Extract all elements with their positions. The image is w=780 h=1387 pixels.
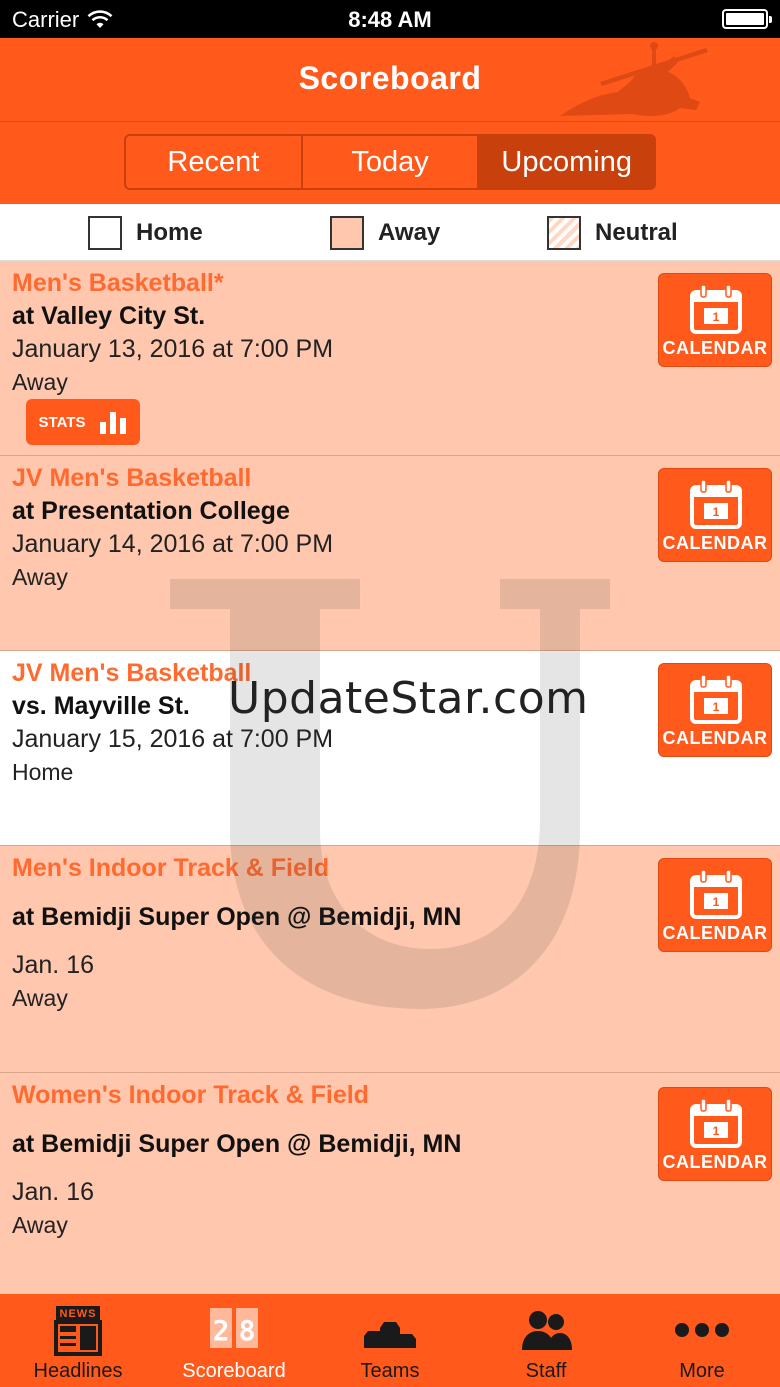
calendar-label: CALENDAR (662, 728, 768, 748)
calendar-day: 1 (713, 310, 720, 324)
calendar-icon: 1 (690, 674, 742, 724)
status-bar: Carrier 8:48 AM (0, 0, 780, 38)
segment-today[interactable]: Today (303, 136, 480, 188)
tab-label: Headlines (33, 1360, 123, 1382)
event-location: Away (12, 1212, 68, 1238)
segmented-control: Recent Today Upcoming (124, 134, 656, 190)
event-sport: JV Men's Basketball (12, 464, 252, 492)
tab-label: Teams (360, 1360, 420, 1382)
event-date: January 15, 2016 at 7:00 PM (12, 725, 334, 753)
event-row[interactable]: Men's Indoor Track & Field at Bemidji Su… (0, 846, 780, 1073)
calendar-day: 1 (713, 505, 720, 519)
calendar-button[interactable]: 1 CALENDAR (658, 858, 772, 952)
legend-home: Home (88, 216, 203, 250)
tab-label: Staff (525, 1360, 567, 1382)
calendar-day: 1 (713, 895, 720, 909)
legend-away-label: Away (378, 219, 441, 246)
scoreboard-digit-right: 8 (239, 1314, 256, 1347)
calendar-button[interactable]: 1 CALENDAR (658, 1087, 772, 1181)
event-opponent: at Presentation College (12, 497, 290, 525)
event-location: Home (12, 759, 74, 785)
event-opponent: at Bemidji Super Open @ Bemidji, MN (12, 903, 462, 931)
event-sport: Women's Indoor Track & Field (12, 1081, 369, 1109)
event-row[interactable]: Men's Basketball* at Valley City St. Jan… (0, 261, 780, 456)
neutral-swatch (547, 216, 581, 250)
calendar-icon: 1 (690, 1098, 742, 1148)
legend-away: Away (330, 216, 440, 250)
calendar-label: CALENDAR (662, 1152, 768, 1172)
podium-icon (364, 1322, 416, 1348)
battery-icon (722, 9, 772, 29)
more-dots-icon (675, 1323, 729, 1337)
tab-staff[interactable]: Staff (468, 1294, 624, 1387)
segment-recent[interactable]: Recent (126, 136, 303, 188)
calendar-day: 1 (713, 700, 720, 714)
legend-home-label: Home (136, 219, 203, 246)
stats-label: STATS (38, 413, 86, 431)
legend: Home Away Neutral (0, 204, 780, 261)
event-location: Away (12, 985, 68, 1011)
tab-more[interactable]: More (624, 1294, 780, 1387)
bar-chart-icon (100, 412, 127, 434)
event-opponent: at Valley City St. (12, 302, 206, 330)
event-sport: JV Men's Basketball (12, 659, 252, 687)
tab-scoreboard[interactable]: 2 8 Scoreboard (156, 1294, 312, 1387)
event-opponent: vs. Mayville St. (12, 692, 190, 720)
tab-teams[interactable]: Teams (312, 1294, 468, 1387)
event-row[interactable]: Women's Indoor Track & Field at Bemidji … (0, 1073, 780, 1294)
stats-button[interactable]: STATS (26, 399, 140, 445)
legend-neutral-label: Neutral (595, 219, 678, 246)
event-row[interactable]: JV Men's Basketball at Presentation Coll… (0, 456, 780, 651)
event-list[interactable]: Men's Basketball* at Valley City St. Jan… (0, 261, 780, 1294)
calendar-label: CALENDAR (662, 923, 768, 943)
calendar-button[interactable]: 1 CALENDAR (658, 273, 772, 367)
calendar-button[interactable]: 1 CALENDAR (658, 663, 772, 757)
scoreboard-digit-left: 2 (213, 1314, 230, 1347)
event-date: Jan. 16 (12, 1178, 95, 1206)
calendar-label: CALENDAR (662, 533, 768, 553)
people-icon (522, 1311, 572, 1350)
watermark-text: UpdateStar.com (228, 673, 589, 724)
tab-label: More (679, 1360, 725, 1382)
calendar-icon: 1 (690, 869, 742, 919)
event-sport: Men's Basketball* (12, 269, 224, 297)
calendar-icon: 1 (690, 479, 742, 529)
nav-bar: Scoreboard (0, 38, 780, 122)
tab-headlines[interactable]: NEWS Headlines (0, 1294, 156, 1387)
legend-neutral: Neutral (547, 216, 678, 250)
home-swatch (88, 216, 122, 250)
calendar-label: CALENDAR (662, 338, 768, 358)
scoreboard-icon: 2 8 (210, 1308, 258, 1348)
segment-area: Recent Today Upcoming (0, 122, 780, 204)
page-title: Scoreboard (298, 60, 482, 96)
event-date: January 14, 2016 at 7:00 PM (12, 530, 334, 558)
event-date: Jan. 16 (12, 951, 95, 979)
event-opponent: at Bemidji Super Open @ Bemidji, MN (12, 1130, 462, 1158)
calendar-button[interactable]: 1 CALENDAR (658, 468, 772, 562)
calendar-icon: 1 (690, 284, 742, 334)
news-icon: NEWS (54, 1306, 102, 1356)
news-icon-text: NEWS (60, 1308, 97, 1320)
status-time: 8:48 AM (348, 7, 432, 32)
tab-label: Scoreboard (182, 1360, 286, 1382)
away-swatch (330, 216, 364, 250)
tab-bar: NEWS Headlines 2 8 Scoreboard Teams Staf… (0, 1294, 780, 1387)
event-date: January 13, 2016 at 7:00 PM (12, 335, 334, 363)
event-location: Away (12, 369, 68, 395)
event-location: Away (12, 564, 68, 590)
segment-upcoming[interactable]: Upcoming (479, 136, 654, 188)
event-sport: Men's Indoor Track & Field (12, 854, 330, 882)
calendar-day: 1 (713, 1124, 720, 1138)
